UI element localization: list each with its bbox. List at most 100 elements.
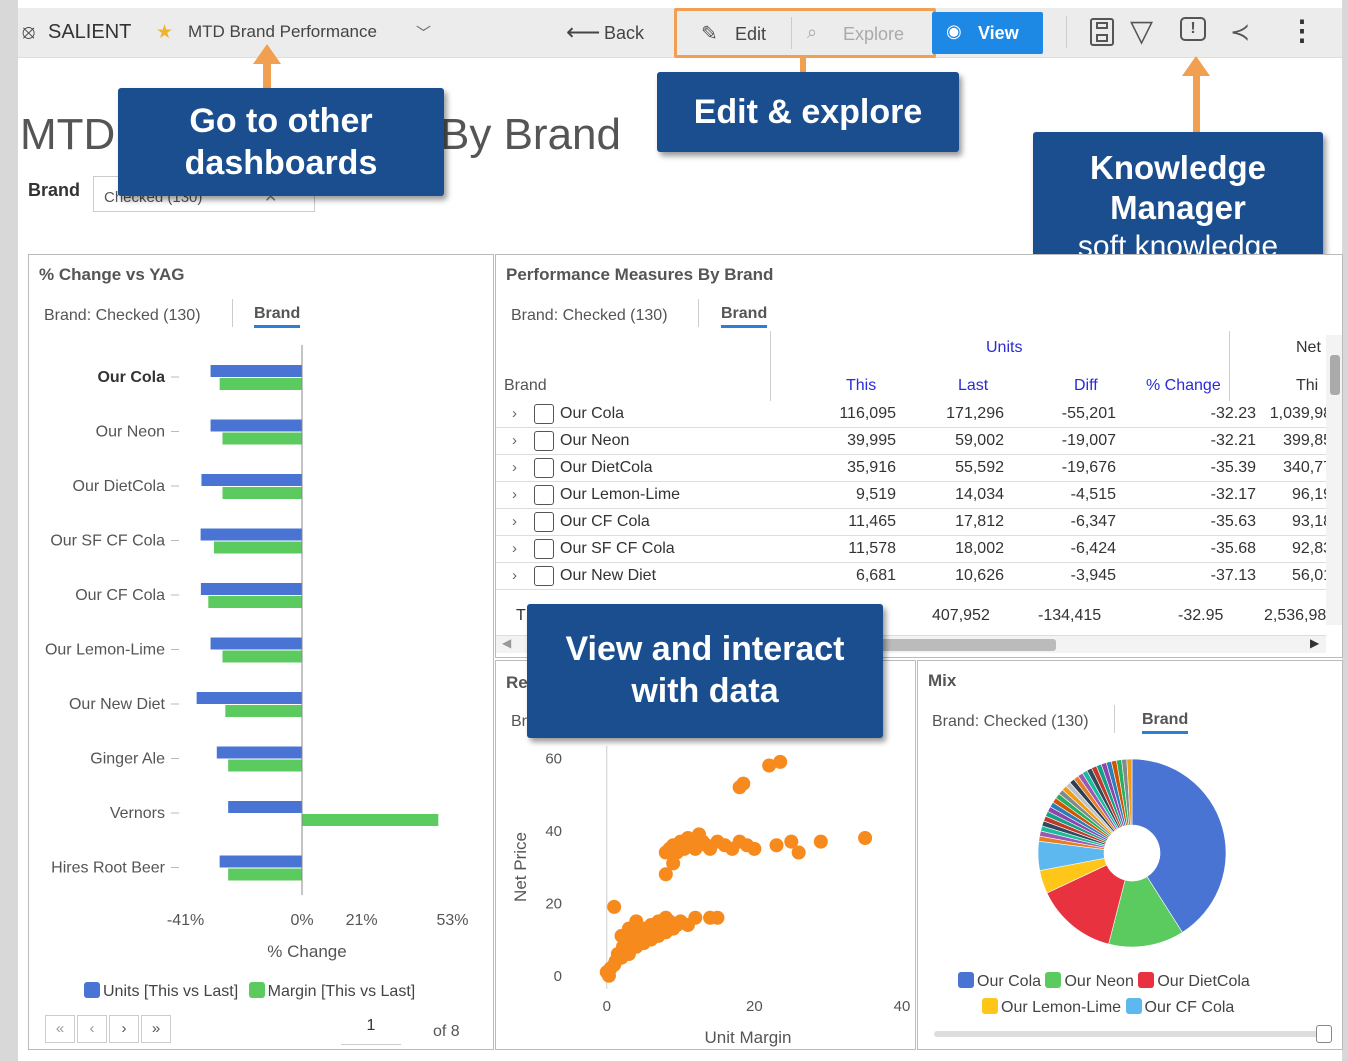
row-checkbox[interactable] [534,566,554,586]
filter-icon[interactable]: ▽ [1130,14,1153,49]
knowledge-icon[interactable]: ! [1180,17,1206,41]
col-diff[interactable]: Diff [1074,377,1098,395]
scatter-point[interactable] [710,910,725,925]
explore-button[interactable]: Explore [843,24,904,45]
row-brand-name[interactable]: Our Lemon-Lime [560,486,680,504]
save-icon[interactable] [1090,18,1114,46]
col-this[interactable]: This [846,377,876,395]
expand-chevron-icon[interactable]: › [512,432,517,449]
row-brand-name[interactable]: Our New Diet [560,567,656,585]
row-checkbox[interactable] [534,512,554,532]
tab-brand[interactable]: Brand [254,305,301,328]
row-checkbox[interactable] [534,485,554,505]
share-icon[interactable]: ≺ [1230,18,1250,47]
legend-units[interactable]: Units [This vs Last] [84,982,238,1000]
scatter-point[interactable] [688,910,703,925]
scatter-point[interactable] [813,834,828,849]
v-scrollbar[interactable] [1326,335,1342,625]
bar-units[interactable] [196,692,302,704]
col-last[interactable]: Last [958,377,988,395]
expand-chevron-icon[interactable]: › [512,459,517,476]
bar-margin[interactable] [222,650,302,663]
bar-margin[interactable] [222,487,302,499]
bar-units[interactable] [219,855,302,868]
row-checkbox[interactable] [534,539,554,559]
bar-units[interactable] [201,474,302,486]
bar-margin[interactable] [225,705,302,717]
col-net-this[interactable]: Thi [1296,377,1318,395]
bar-margin[interactable] [219,378,302,390]
edit-button[interactable]: Edit [735,24,766,45]
tab-brand-filter[interactable]: Brand: Checked (130) [44,307,201,325]
bar-margin[interactable] [228,868,302,881]
expand-chevron-icon[interactable]: › [512,540,517,557]
scatter-point[interactable] [736,776,751,791]
row-brand-name[interactable]: Our CF Cola [560,513,650,531]
bar-margin[interactable] [302,814,439,826]
arrow-stem-dashboards [263,62,271,88]
bar-units[interactable] [228,801,302,813]
back-button[interactable]: Back [604,23,644,44]
scatter-point[interactable] [747,841,762,856]
bar-margin[interactable] [213,541,302,554]
pager-next[interactable]: › [109,1015,139,1043]
bar-units[interactable] [200,583,302,595]
pager-input[interactable]: 1 [341,1017,401,1045]
expand-chevron-icon[interactable]: › [512,513,517,530]
row-checkbox[interactable] [534,458,554,478]
scatter-point[interactable] [791,845,806,860]
scatter-point[interactable] [858,831,873,845]
scatter-point[interactable] [629,914,644,929]
mix-slider[interactable] [934,1025,1332,1043]
bar-units[interactable] [210,637,302,650]
scatter-point[interactable] [607,899,622,914]
row-brand-name[interactable]: Our Neon [560,432,629,450]
tab-brand[interactable]: Brand [1142,711,1189,734]
table-cell: 11,578 [848,540,896,557]
view-button[interactable]: ◉ View [932,12,1043,54]
legend-our-cola[interactable]: Our Cola [958,972,1041,990]
expand-chevron-icon[interactable]: › [512,567,517,584]
scroll-left-icon[interactable]: ◀ [502,636,511,650]
row-brand-name[interactable]: Our DietCola [560,459,652,477]
row-checkbox[interactable] [534,404,554,424]
legend-margin[interactable]: Margin [This vs Last] [248,982,415,1000]
bar-margin[interactable] [208,596,302,608]
legend-our-lemon-lime[interactable]: Our Lemon-Lime [982,998,1121,1016]
dashboard-selector[interactable]: MTD Brand Performance [188,22,377,42]
scatter-point[interactable] [666,856,681,871]
table-cell: -6,424 [1070,540,1116,557]
bar-units[interactable] [200,528,302,541]
legend-our-neon[interactable]: Our Neon [1045,972,1134,990]
tab-brand[interactable]: Brand [721,305,768,328]
row-brand-name[interactable]: Our SF CF Cola [560,540,675,558]
legend-our-cf-cola[interactable]: Our CF Cola [1125,998,1234,1016]
v-scroll-thumb[interactable] [1330,355,1340,395]
pager-last[interactable]: » [141,1015,171,1043]
bar-units[interactable] [210,419,302,432]
more-icon[interactable]: ⋮ [1288,14,1316,47]
row-checkbox[interactable] [534,431,554,451]
tab-brand-filter[interactable]: Brand: Checked (130) [511,307,668,325]
mix-slider-handle[interactable] [1316,1025,1332,1043]
legend-our-dietcola[interactable]: Our DietCola [1138,972,1250,990]
expand-chevron-icon[interactable]: › [512,405,517,422]
pager-prev[interactable]: ‹ [77,1015,107,1043]
bar-margin[interactable] [228,759,302,772]
scatter-point[interactable] [773,754,788,769]
row-brand-name[interactable]: Our Cola [560,405,624,423]
bar-units[interactable] [210,365,302,377]
chevron-down-icon[interactable]: ﹀ [416,22,431,43]
col-brand[interactable]: Brand [504,377,547,395]
scroll-right-icon[interactable]: ▶ [1310,636,1319,650]
back-arrow-icon[interactable]: ⟵ [566,18,600,47]
scatter-point[interactable] [769,838,784,853]
tab-brand-filter[interactable]: Brand: Checked (130) [932,713,1089,731]
pager-first[interactable]: « [45,1015,75,1043]
expand-chevron-icon[interactable]: › [512,486,517,503]
col-pct-change[interactable]: % Change [1146,377,1221,395]
bar-margin[interactable] [222,432,302,445]
bar-units[interactable] [216,746,302,759]
h-scroll-thumb[interactable] [876,639,1056,651]
favorite-star-icon[interactable]: ★ [156,21,173,44]
